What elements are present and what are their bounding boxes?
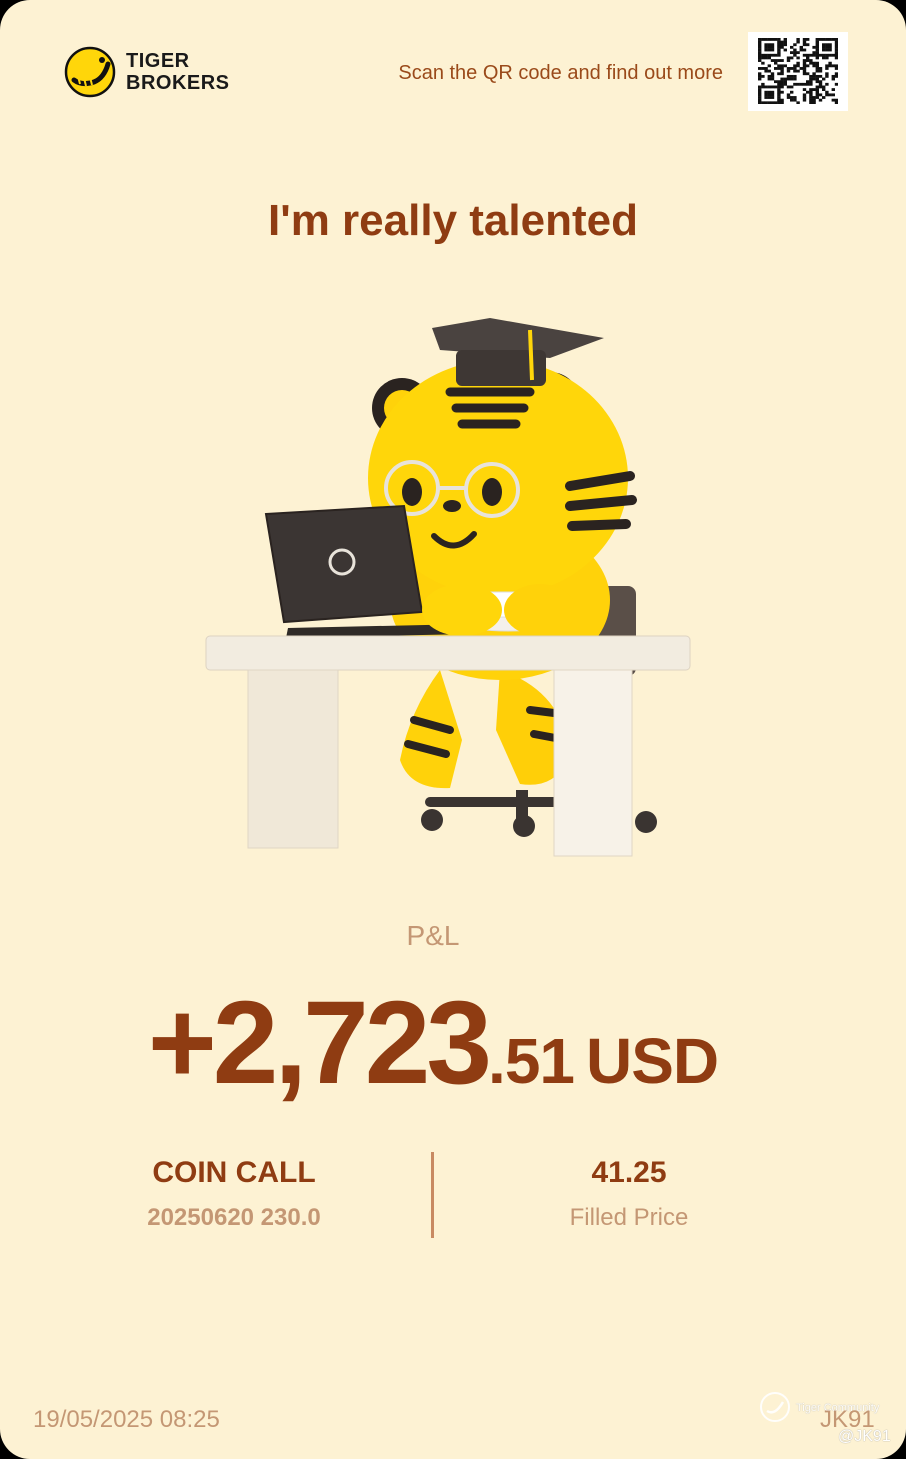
brand-line-1: TIGER [126, 50, 190, 72]
qr-code-icon[interactable] [748, 32, 848, 111]
pnl-currency: USD [586, 1025, 719, 1097]
watermark: Tiger Community JK91 @JK91 [758, 1390, 898, 1450]
timestamp: 19/05/2025 08:25 [33, 1406, 220, 1433]
tiger-mascot-illustration [200, 310, 700, 870]
contract-detail: 20250620 230.0 [147, 1204, 321, 1231]
tiger-community-icon [758, 1390, 792, 1429]
filled-price-value: 41.25 [591, 1156, 667, 1189]
user-handle: @JK91 [838, 1428, 891, 1445]
scan-qr-text: Scan the QR code and find out more [398, 62, 723, 84]
brand-name: TIGER BROKERS [126, 50, 230, 94]
stat-divider [431, 1152, 434, 1238]
filled-price-info: 41.25 Filled Price [479, 1156, 779, 1232]
contract-info: COIN CALL 20250620 230.0 [84, 1156, 384, 1232]
pnl-main: +2,723 [147, 977, 492, 1109]
headline: I'm really talented [268, 196, 638, 245]
tiger-logo-icon [64, 46, 116, 98]
share-card: TIGER BROKERS Scan the QR code and find … [0, 0, 906, 1459]
pnl-label: P&L [406, 920, 460, 951]
pnl-decimal: .51 [488, 1025, 575, 1097]
contract-title: COIN CALL [152, 1156, 316, 1189]
brand-line-2: BROKERS [126, 72, 230, 94]
pnl-value: +2,723.51 USD [0, 975, 866, 1111]
filled-price-label: Filled Price [569, 1204, 689, 1231]
